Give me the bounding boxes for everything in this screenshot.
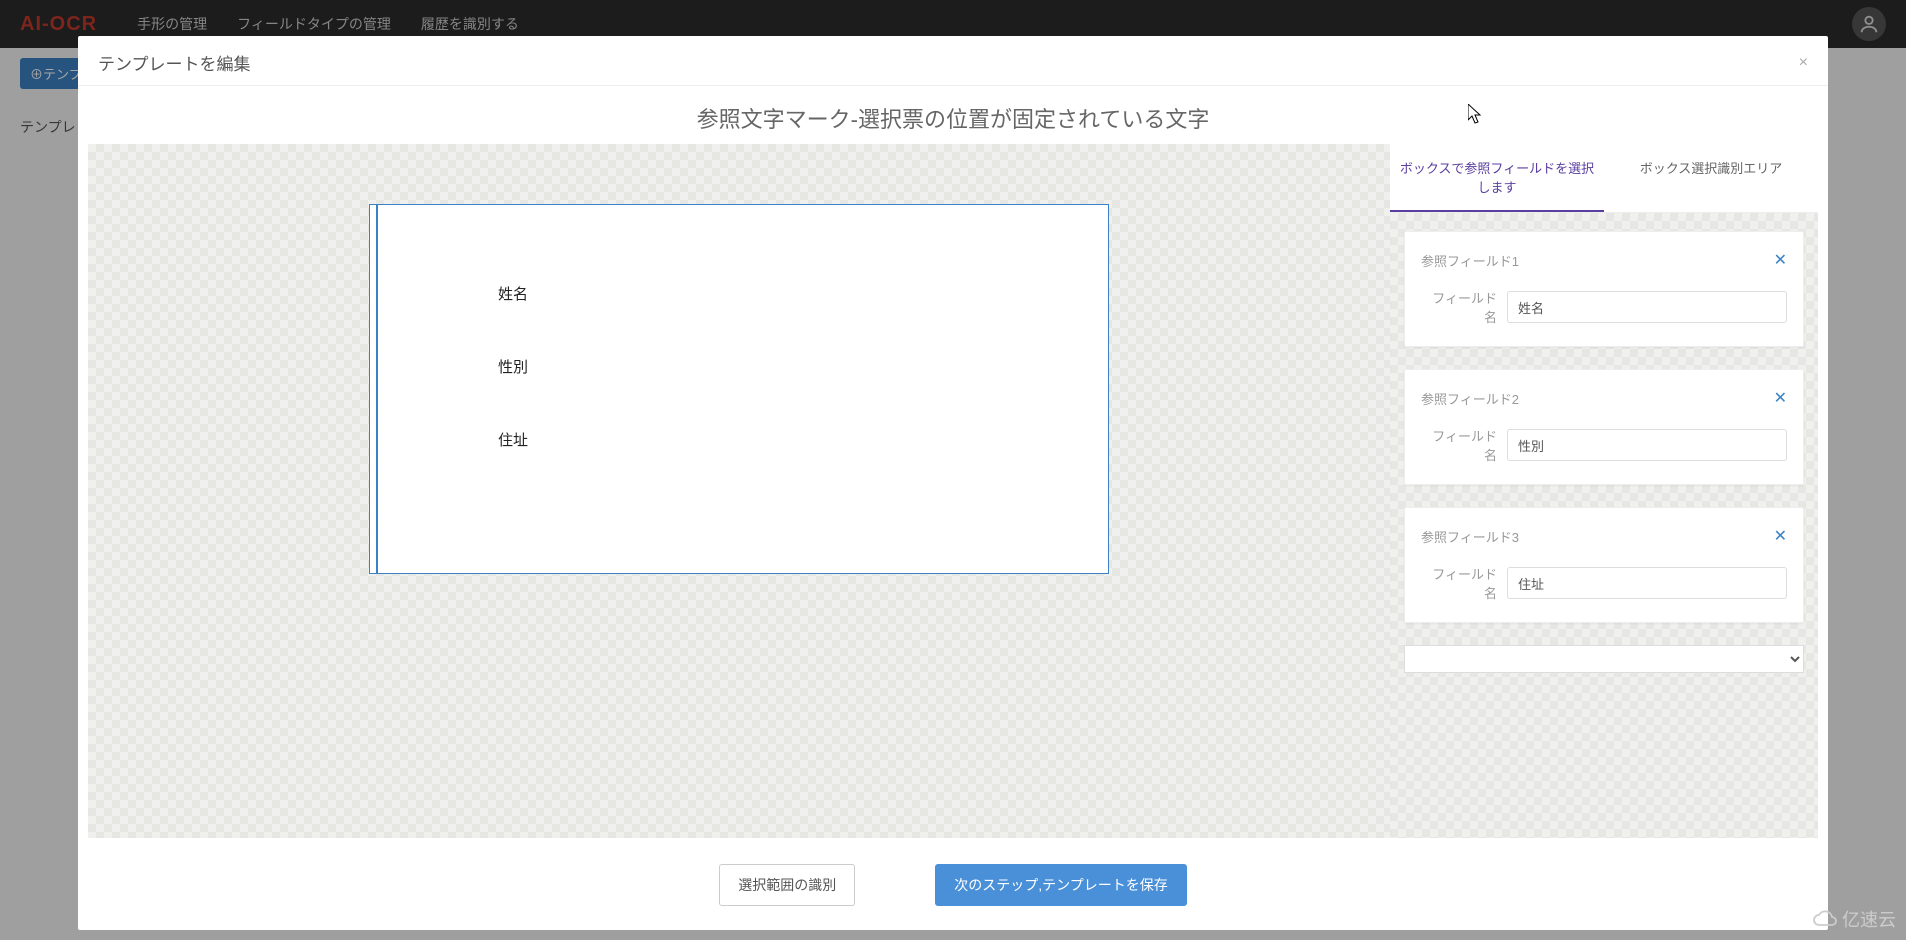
close-icon[interactable]: × [1799,54,1808,72]
card-title: 参照フィールド2 [1421,389,1519,408]
workspace: 姓名 性別 住址 ボックスで参照フィールドを選択します ボックス選択識別エリア … [88,144,1818,838]
next-step-save-button[interactable]: 次のステップ,テンプレートを保存 [935,864,1186,906]
modal-header: テンプレートを編集 × [78,36,1828,86]
close-icon[interactable]: ✕ [1774,526,1787,546]
reference-field-card-3: 参照フィールド3 ✕ フィールド名 [1404,507,1804,623]
close-icon[interactable]: ✕ [1774,250,1787,270]
field-name-input[interactable] [1507,429,1787,461]
edit-template-modal: テンプレートを編集 × 参照文字マーク-選択票の位置が固定されている文字 姓名 … [78,36,1828,930]
reference-field-card-1: 参照フィールド1 ✕ フィールド名 [1404,231,1804,347]
card-title: 参照フィールド3 [1421,527,1519,546]
document-preview[interactable]: 姓名 性別 住址 [369,204,1109,574]
add-field-select[interactable] [1404,645,1804,673]
doc-content: 姓名 性別 住址 [370,205,1108,450]
card-title: 参照フィールド1 [1421,251,1519,270]
right-panel: ボックスで参照フィールドを選択します ボックス選択識別エリア 参照フィールド1 … [1390,144,1818,838]
modal-subtitle: 参照文字マーク-選択票の位置が固定されている文字 [78,86,1828,144]
cloud-icon [1812,910,1838,928]
field-name-label: フィールド名 [1421,426,1497,464]
close-icon[interactable]: ✕ [1774,388,1787,408]
field-list[interactable]: 参照フィールド1 ✕ フィールド名 参照フィールド2 ✕ フィールド名 [1390,213,1818,838]
field-name-label: フィールド名 [1421,288,1497,326]
tab-recognition-area[interactable]: ボックス選択識別エリア [1604,144,1818,212]
watermark: 亿速云 [1812,906,1896,932]
doc-field-address: 住址 [498,429,1108,450]
tab-select-reference[interactable]: ボックスで参照フィールドを選択します [1390,144,1604,212]
field-name-input[interactable] [1507,567,1787,599]
modal-title: テンプレートを編集 [98,50,251,75]
field-name-label: フィールド名 [1421,564,1497,602]
tabs: ボックスで参照フィールドを選択します ボックス選択識別エリア [1390,144,1818,213]
doc-left-border [376,205,378,573]
modal-footer: 選択範囲の識別 次のステップ,テンプレートを保存 [78,838,1828,930]
doc-field-name: 姓名 [498,283,1108,304]
canvas-area[interactable]: 姓名 性別 住址 [88,144,1390,838]
reference-field-card-2: 参照フィールド2 ✕ フィールド名 [1404,369,1804,485]
doc-field-gender: 性別 [498,356,1108,377]
field-name-input[interactable] [1507,291,1787,323]
recognize-selection-button[interactable]: 選択範囲の識別 [719,864,855,906]
